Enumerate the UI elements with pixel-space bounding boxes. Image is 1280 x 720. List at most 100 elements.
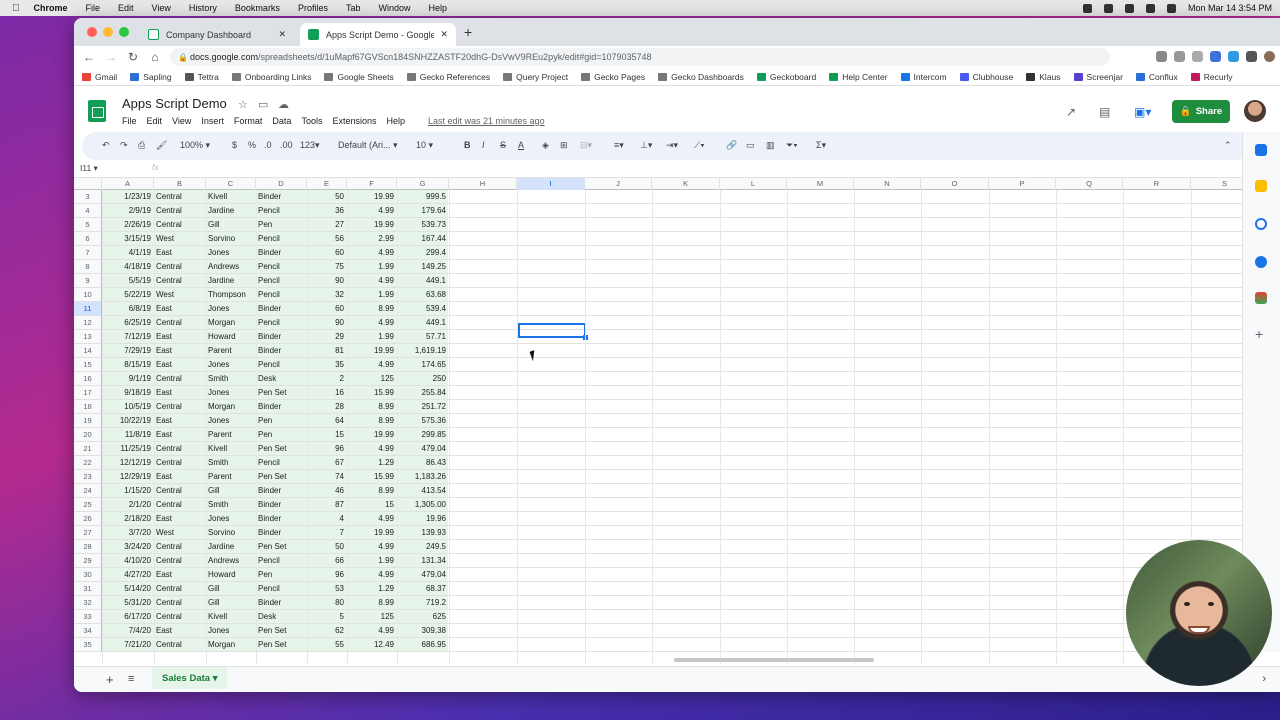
- row-header[interactable]: 23: [74, 470, 102, 484]
- cell-region[interactable]: East: [154, 428, 206, 442]
- insert-link-icon[interactable]: 🔗: [726, 140, 737, 151]
- tray-icon[interactable]: [1082, 3, 1092, 13]
- cell-rep[interactable]: Sorvino: [206, 232, 256, 246]
- cell-cost[interactable]: 15.99: [347, 470, 397, 484]
- extension-icon[interactable]: [1156, 51, 1167, 62]
- cell-cost[interactable]: 8.99: [347, 400, 397, 414]
- cell-rep[interactable]: Kivell: [206, 442, 256, 456]
- functions-icon[interactable]: Σ▾: [816, 140, 826, 151]
- column-header-o[interactable]: O: [921, 178, 989, 190]
- row-header[interactable]: 15: [74, 358, 102, 372]
- extensions-puzzle-icon[interactable]: [1246, 51, 1257, 62]
- cell-units[interactable]: 90: [307, 316, 347, 330]
- column-header-p[interactable]: P: [989, 178, 1056, 190]
- calendar-icon[interactable]: [1255, 144, 1267, 156]
- cell-date[interactable]: 6/25/19: [102, 316, 154, 330]
- cell-region[interactable]: East: [154, 414, 206, 428]
- cell-units[interactable]: 29: [307, 330, 347, 344]
- column-header-k[interactable]: K: [652, 178, 720, 190]
- cell-units[interactable]: 81: [307, 344, 347, 358]
- cell-rep[interactable]: Thompson: [206, 288, 256, 302]
- cell-units[interactable]: 67: [307, 456, 347, 470]
- cell-date[interactable]: 4/1/19: [102, 246, 154, 260]
- cell-total[interactable]: 57.71: [397, 330, 449, 344]
- cell-rep[interactable]: Jones: [206, 246, 256, 260]
- sheets-logo-icon[interactable]: [88, 100, 106, 122]
- spreadsheet-grid[interactable]: ABCDEFGHIJKLMNOPQRS 3 1/23/19 Central Kivel…: [74, 178, 1242, 664]
- row-header[interactable]: 20: [74, 428, 102, 442]
- cell-cost[interactable]: 19.99: [347, 344, 397, 358]
- cell-date[interactable]: 2/26/19: [102, 218, 154, 232]
- cell-cost[interactable]: 19.99: [347, 428, 397, 442]
- cell-rep[interactable]: Morgan: [206, 400, 256, 414]
- cell-cost[interactable]: 19.99: [347, 526, 397, 540]
- bookmark-recurly[interactable]: Recurly: [1190, 72, 1233, 82]
- bookmark-gmail[interactable]: Gmail: [82, 72, 117, 82]
- extension-icon[interactable]: [1210, 51, 1221, 62]
- cell-region[interactable]: East: [154, 470, 206, 484]
- cell-rep[interactable]: Jardine: [206, 540, 256, 554]
- row-header[interactable]: 32: [74, 596, 102, 610]
- cell-item[interactable]: Pencil: [256, 316, 307, 330]
- cell-date[interactable]: 5/31/20: [102, 596, 154, 610]
- menu-help[interactable]: Help: [386, 116, 405, 126]
- present-meeting-icon[interactable]: ▣▾: [1134, 105, 1151, 119]
- cell-rep[interactable]: Jones: [206, 358, 256, 372]
- new-tab-icon[interactable]: +: [464, 24, 472, 40]
- cell-total[interactable]: 1,183.26: [397, 470, 449, 484]
- cell-region[interactable]: Central: [154, 372, 206, 386]
- filter-icon[interactable]: ⏷▾: [786, 140, 798, 151]
- cell-region[interactable]: Central: [154, 554, 206, 568]
- cell-cost[interactable]: 8.99: [347, 302, 397, 316]
- row-header[interactable]: 27: [74, 526, 102, 540]
- row-header[interactable]: 9: [74, 274, 102, 288]
- text-color-icon[interactable]: A: [518, 140, 524, 150]
- cell-rep[interactable]: Andrews: [206, 260, 256, 274]
- column-header-a[interactable]: A: [102, 178, 154, 190]
- row-header[interactable]: 6: [74, 232, 102, 246]
- menu-view[interactable]: View: [172, 116, 191, 126]
- row-header[interactable]: 35: [74, 638, 102, 652]
- menubar-item-history[interactable]: History: [189, 3, 217, 13]
- add-addon-icon[interactable]: +: [1255, 327, 1267, 341]
- cell-item[interactable]: Desk: [256, 372, 307, 386]
- all-sheets-icon[interactable]: ≡: [128, 673, 134, 685]
- cell-date[interactable]: 4/27/20: [102, 568, 154, 582]
- cell-cost[interactable]: 4.99: [347, 540, 397, 554]
- profile-avatar-icon[interactable]: [1264, 51, 1275, 62]
- cell-date[interactable]: 12/12/19: [102, 456, 154, 470]
- cell-units[interactable]: 96: [307, 568, 347, 582]
- row-header[interactable]: 10: [74, 288, 102, 302]
- insert-comment-icon[interactable]: ▭: [746, 140, 755, 151]
- cell-date[interactable]: 10/22/19: [102, 414, 154, 428]
- decrease-decimal-button[interactable]: .0: [264, 140, 272, 150]
- cell-total[interactable]: 309.38: [397, 624, 449, 638]
- cell-cost[interactable]: 19.99: [347, 218, 397, 232]
- cell-units[interactable]: 64: [307, 414, 347, 428]
- cell-region[interactable]: East: [154, 330, 206, 344]
- bookmark-gecko-dashboards[interactable]: Gecko Dashboards: [658, 72, 744, 82]
- extension-icon[interactable]: [1174, 51, 1185, 62]
- cell-region[interactable]: East: [154, 358, 206, 372]
- column-header-e[interactable]: E: [307, 178, 347, 190]
- cell-cost[interactable]: 1.29: [347, 582, 397, 596]
- cell-item[interactable]: Binder: [256, 400, 307, 414]
- cell-item[interactable]: Binder: [256, 526, 307, 540]
- cell-item[interactable]: Pencil: [256, 554, 307, 568]
- cell-units[interactable]: 96: [307, 442, 347, 456]
- dropbox-icon[interactable]: [1103, 3, 1113, 13]
- cell-units[interactable]: 60: [307, 302, 347, 316]
- reload-icon[interactable]: ↻: [122, 50, 144, 64]
- cell-total[interactable]: 19.96: [397, 512, 449, 526]
- cell-region[interactable]: Central: [154, 442, 206, 456]
- cell-units[interactable]: 5: [307, 610, 347, 624]
- row-header[interactable]: 30: [74, 568, 102, 582]
- currency-format-button[interactable]: $: [232, 140, 237, 150]
- cell-region[interactable]: East: [154, 246, 206, 260]
- minimize-window-button[interactable]: [103, 27, 113, 37]
- cell-total[interactable]: 625: [397, 610, 449, 624]
- last-edit-link[interactable]: Last edit was 21 minutes ago: [428, 116, 545, 126]
- bookmark-tettra[interactable]: Tettra: [184, 72, 219, 82]
- cell-region[interactable]: Central: [154, 638, 206, 652]
- cell-total[interactable]: 174.65: [397, 358, 449, 372]
